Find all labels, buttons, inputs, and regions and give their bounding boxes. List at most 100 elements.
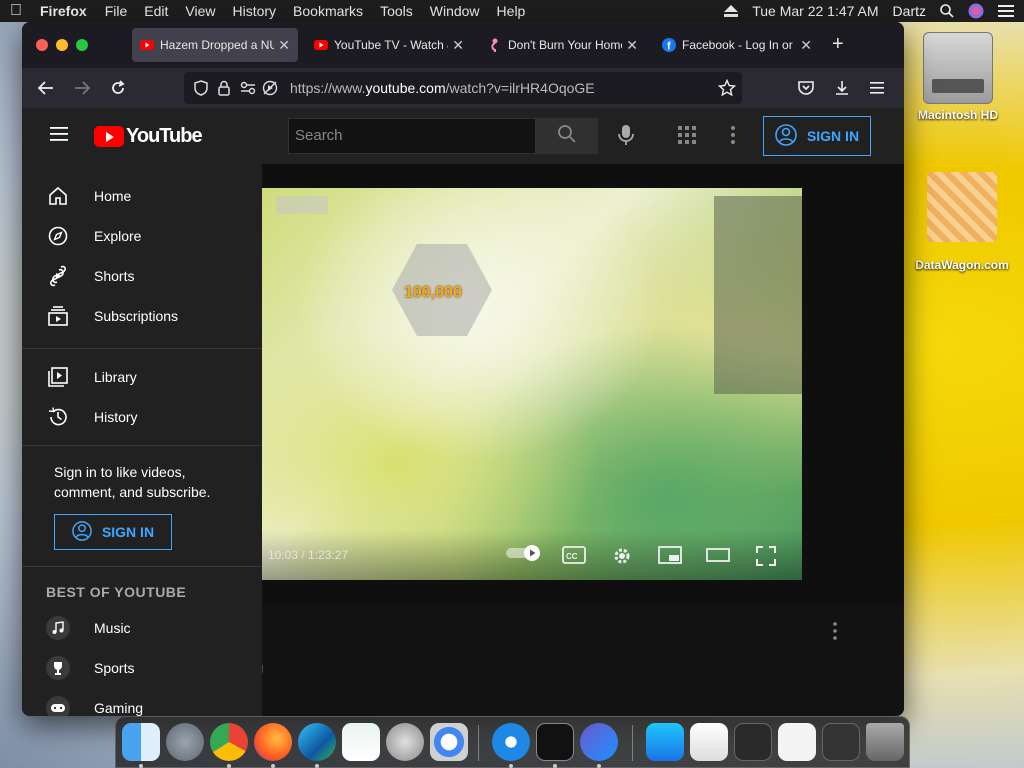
edge-icon[interactable] (298, 723, 336, 761)
eject-icon[interactable] (724, 5, 739, 17)
captions-icon[interactable]: CC (562, 546, 586, 569)
running-indicator (271, 764, 275, 768)
close-tab-icon[interactable]: ✕ (626, 37, 638, 54)
sidebar-item-gaming[interactable]: Gaming (22, 688, 262, 716)
app-store-icon[interactable] (646, 723, 684, 761)
close-window-button[interactable] (36, 39, 48, 51)
search-input[interactable]: Search (288, 118, 536, 154)
url-path: /watch?v=ilrHR4OqoGE (445, 80, 595, 96)
sidebar-item-home[interactable]: Home (22, 176, 262, 216)
close-tab-icon[interactable]: ✕ (452, 37, 464, 54)
menu-edit[interactable]: Edit (144, 3, 168, 19)
url-domain: youtube.com (365, 80, 446, 96)
apps-grid-icon[interactable] (678, 126, 696, 149)
fullscreen-window-button[interactable] (76, 39, 88, 51)
dock-separator (478, 725, 479, 761)
spotlight-icon[interactable] (940, 4, 954, 18)
menu-tools[interactable]: Tools (380, 3, 413, 19)
chrome-icon[interactable] (210, 723, 248, 761)
miniplayer-icon[interactable] (658, 546, 682, 569)
menu-help[interactable]: Help (497, 3, 526, 19)
account-icon (775, 123, 797, 149)
android-studio-icon[interactable] (342, 723, 380, 761)
character-image-icon[interactable] (690, 723, 728, 761)
bookmark-star-icon[interactable] (717, 78, 737, 100)
tab-facebook[interactable]: f Facebook - Log In or S ✕ (654, 28, 820, 62)
running-indicator (597, 764, 601, 768)
minimize-window-button[interactable] (56, 39, 68, 51)
more-actions-icon[interactable] (832, 622, 838, 645)
chromium-icon[interactable] (430, 723, 468, 761)
logo-text: YouTube (126, 125, 203, 147)
video-player[interactable]: 100,000 10:03 / 1:23:27 CC (262, 188, 802, 580)
user-name[interactable]: Dartz (893, 3, 926, 19)
address-bar[interactable]: https://www.youtube.com/watch?v=ilrHR4Oq… (184, 72, 742, 104)
forward-button[interactable] (72, 78, 92, 98)
fullscreen-icon[interactable] (756, 546, 776, 571)
sidebar-item-label: Explore (94, 228, 142, 244)
disk-utility-icon[interactable] (386, 723, 424, 761)
safari-icon[interactable] (492, 723, 530, 761)
apple-menu-icon[interactable]:  (10, 2, 22, 20)
search-button[interactable] (536, 118, 598, 154)
shield-icon[interactable] (194, 80, 208, 96)
app-menu[interactable]: Firefox (40, 3, 87, 19)
sidebar-item-library[interactable]: Library (22, 357, 262, 397)
sidebar-item-sports[interactable]: Sports (22, 648, 262, 688)
tab-hazem[interactable]: Hazem Dropped a NUK ✕ (132, 28, 298, 62)
autoplay-toggle[interactable] (506, 544, 542, 567)
url-text[interactable]: https://www.youtube.com/watch?v=ilrHR4Oq… (290, 80, 595, 96)
sign-in-button[interactable]: SIGN IN (763, 116, 871, 156)
terminal-icon[interactable] (536, 723, 574, 761)
sidebar-sign-in-button[interactable]: SIGN IN (54, 514, 172, 550)
sidebar-item-subscriptions[interactable]: Subscriptions (22, 296, 262, 336)
settings-gear-icon[interactable] (612, 546, 632, 571)
sidebar-item-label: Gaming (94, 700, 144, 716)
svg-text:CC: CC (566, 552, 578, 561)
reload-button[interactable] (108, 78, 128, 98)
menu-window[interactable]: Window (430, 3, 480, 19)
desktop-icon-datawagon[interactable]: DataWagon.com (900, 172, 1024, 272)
firefox-icon[interactable] (254, 723, 292, 761)
document-thumbnail-icon[interactable] (778, 723, 816, 761)
siri-icon[interactable] (968, 3, 984, 19)
menu-view[interactable]: View (185, 3, 215, 19)
hamburger-menu-icon[interactable] (50, 127, 68, 146)
youtube-logo[interactable]: YouTube (94, 125, 203, 148)
control-center-icon[interactable] (998, 4, 1014, 18)
sidebar-item-explore[interactable]: Explore (22, 216, 262, 256)
sidebar-item-music[interactable]: Music (22, 608, 262, 648)
sidebar-item-history[interactable]: History (22, 397, 262, 437)
lock-icon[interactable] (218, 80, 230, 96)
search-icon (557, 124, 577, 149)
youtube-page: Search SIGN IN 100,000 10:03 / 1:23:27 C… (22, 108, 904, 716)
permissions-icon[interactable] (240, 81, 256, 95)
app-menu-icon[interactable] (868, 78, 888, 98)
new-tab-button[interactable]: + (832, 34, 844, 54)
close-tab-icon[interactable]: ✕ (800, 37, 812, 54)
sidebar-item-shorts[interactable]: Shorts (22, 256, 262, 296)
finder-icon[interactable] (122, 723, 160, 761)
clock[interactable]: Tue Mar 22 1:47 AM (752, 3, 878, 19)
history-icon (46, 405, 70, 429)
window-thumbnail-icon[interactable] (822, 723, 860, 761)
tab-youtube-tv[interactable]: YouTube TV - Watch & ✕ (306, 28, 472, 62)
tab-dont-burn[interactable]: Don't Burn Your Home ✕ (480, 28, 646, 62)
menu-bookmarks[interactable]: Bookmarks (293, 3, 363, 19)
microphone-icon[interactable] (618, 124, 634, 151)
autoplay-blocked-icon[interactable] (262, 80, 278, 96)
downloads-icon[interactable] (832, 78, 852, 98)
app-icon[interactable] (580, 723, 618, 761)
theater-mode-icon[interactable] (706, 546, 730, 569)
menu-history[interactable]: History (232, 3, 276, 19)
settings-menu-icon[interactable] (730, 126, 736, 149)
pocket-icon[interactable] (796, 78, 816, 98)
screenshot-thumbnail-icon[interactable] (734, 723, 772, 761)
close-tab-icon[interactable]: ✕ (278, 37, 290, 54)
launchpad-icon[interactable] (166, 723, 204, 761)
menu-file[interactable]: File (105, 3, 128, 19)
back-button[interactable] (36, 78, 56, 98)
running-indicator (315, 764, 319, 768)
desktop-icon-macintosh-hd[interactable]: Macintosh HD (910, 32, 1006, 122)
trash-icon[interactable] (866, 723, 904, 761)
